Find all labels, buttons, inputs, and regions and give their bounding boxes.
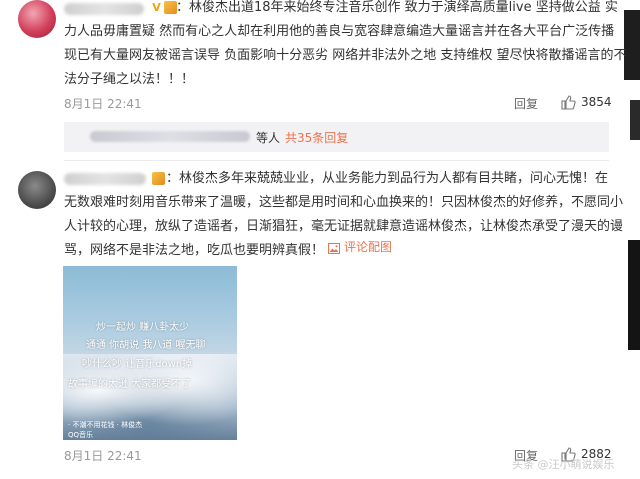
song-credit: · 不潮不用花钱 · 林俊杰 xyxy=(68,421,143,429)
comment-image-link[interactable]: 评论配图 xyxy=(344,238,392,255)
comment-image[interactable] xyxy=(63,266,237,440)
reply-button[interactable]: 回复 xyxy=(514,95,538,112)
dark-block xyxy=(630,100,640,140)
like-count: 3854 xyxy=(581,95,612,109)
username-blurred[interactable] xyxy=(64,3,144,15)
comment-text-line: 骂，网络不是非法之地，吃瓜也要明辨真假！ xyxy=(64,243,325,258)
lyric-line: 故事编的太逊 大家都受不了 xyxy=(68,379,192,390)
lyric-line: 吵什么吵 让音乐down掉 xyxy=(82,359,193,370)
comment-timestamp: 8月1日 22:41 xyxy=(64,449,142,463)
subreplies-box[interactable]: 等人 共35条回复 xyxy=(64,122,609,152)
watermark: 头条 @汪小萌说娱乐 xyxy=(512,458,615,471)
comment-text-line: ：林俊杰出道18年来始终专注音乐创作 致力于演绎高质量live 坚持做公益 实 xyxy=(176,0,618,15)
comment-text-line: 现已有大量网友被谣言误导 负面影响十分恶劣 网络并非法外之地 支持维权 望尽快将… xyxy=(64,48,627,63)
lyric-line: 炒一起炒 赚八卦太少 xyxy=(96,322,190,333)
comment-text-line: 力人品毋庸置疑 然而有心之人却在利用他的善良与宽容肆意编造大量谣言并在各大平台广… xyxy=(64,24,615,39)
adjacent-content-strip xyxy=(618,0,640,479)
avatar[interactable] xyxy=(18,171,56,209)
image-icon[interactable] xyxy=(328,243,340,254)
username-blurred[interactable] xyxy=(64,173,146,185)
avatar[interactable] xyxy=(18,0,56,38)
view-all-replies-link[interactable]: 共35条回复 xyxy=(285,129,348,146)
divider xyxy=(64,160,609,161)
comment-timestamp: 8月1日 22:41 xyxy=(64,97,142,111)
comment-text-line: 法分子绳之以法！！！ xyxy=(64,72,195,87)
qq-music-logo: QQ音乐 xyxy=(68,431,94,439)
reply-usernames-blurred[interactable] xyxy=(90,131,250,142)
comment-text-line: 人计较的心理，放纵了造谣者，日渐猖狂，毫无证据就肆意造谣林俊杰，让林俊杰承受了漫… xyxy=(64,219,624,234)
dark-block xyxy=(628,240,640,350)
comment-text-line: 无数艰难时刻用音乐带来了温暖，这些都是用时间和心血换来的！只因林俊杰的好修养，不… xyxy=(64,195,624,210)
thumbs-up-icon[interactable] xyxy=(560,94,576,110)
others-label: 等人 xyxy=(256,131,281,145)
verified-v-icon: V xyxy=(152,1,161,14)
member-badge-icon xyxy=(152,172,165,185)
lyric-line: 通通 你胡说 我八道 喔无聊 xyxy=(86,340,206,351)
comment-text-line: ：林俊杰多年来兢兢业业，从业务能力到品行为人都有目共睹，问心无愧！在 xyxy=(166,171,609,186)
